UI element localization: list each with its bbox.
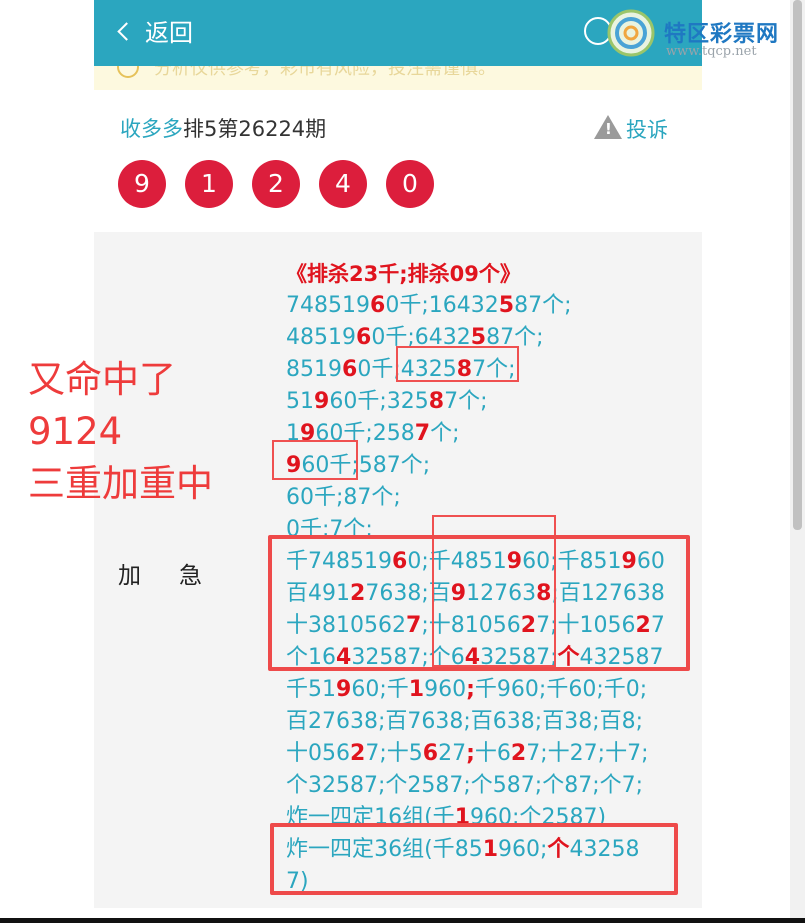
info-icon: [117, 66, 139, 78]
logo-url: www.tqcp.net: [666, 44, 757, 59]
annotation-line-1: 又命中了: [28, 358, 176, 401]
highlight-box-thick: [268, 535, 690, 671]
annotation-line-2: 9124: [28, 410, 123, 453]
bottom-border: [0, 918, 805, 923]
result-ball: 2: [252, 160, 300, 208]
content-line: 个32587;个2587;个587;个87;个7;: [286, 773, 644, 798]
content-line: 千51960;千1960;千960;千60;千0;: [286, 677, 648, 702]
content-line: 十05627;十5627;十627;十27;十7;: [286, 741, 649, 766]
content-heading: 《排杀23千;排杀09个》: [286, 262, 521, 286]
notice-text: 分析仅供参考，彩市有风险，投注需谨慎。: [154, 66, 496, 79]
post-title: 收多多排5第26224期: [120, 113, 326, 143]
complain-button[interactable]: 投诉: [594, 113, 668, 144]
complain-label: 投诉: [626, 118, 668, 142]
label-jiaji: 加急: [118, 563, 240, 589]
scrollbar-thumb[interactable]: [793, 0, 802, 530]
notice-banner: 分析仅供参考，彩市有风险，投注需谨慎。: [94, 66, 702, 90]
logo-swirl-icon: [607, 9, 655, 57]
highlight-box: [396, 346, 519, 382]
back-label: 返回: [145, 19, 193, 47]
highlight-box: [272, 440, 358, 480]
result-ball: 0: [386, 160, 434, 208]
chevron-left-icon: [117, 22, 136, 41]
result-ball: 9: [118, 160, 166, 208]
content-line: 74851960千;16432587个;: [286, 293, 572, 318]
annotation-line-3: 三重加重中: [28, 462, 213, 505]
issue-title: 排5第26224期: [183, 117, 327, 141]
content-line: 51960千;32587个;: [286, 389, 488, 414]
author-link[interactable]: 收多多: [120, 117, 183, 141]
result-ball: 1: [185, 160, 233, 208]
content-line: 百27638;百7638;百638;百38;百8;: [286, 709, 644, 734]
content-line: 60千;87个;: [286, 485, 401, 510]
warning-icon: [594, 115, 622, 139]
back-button[interactable]: 返回: [117, 16, 193, 50]
highlight-box-thick: [270, 823, 678, 895]
result-ball: 4: [319, 160, 367, 208]
